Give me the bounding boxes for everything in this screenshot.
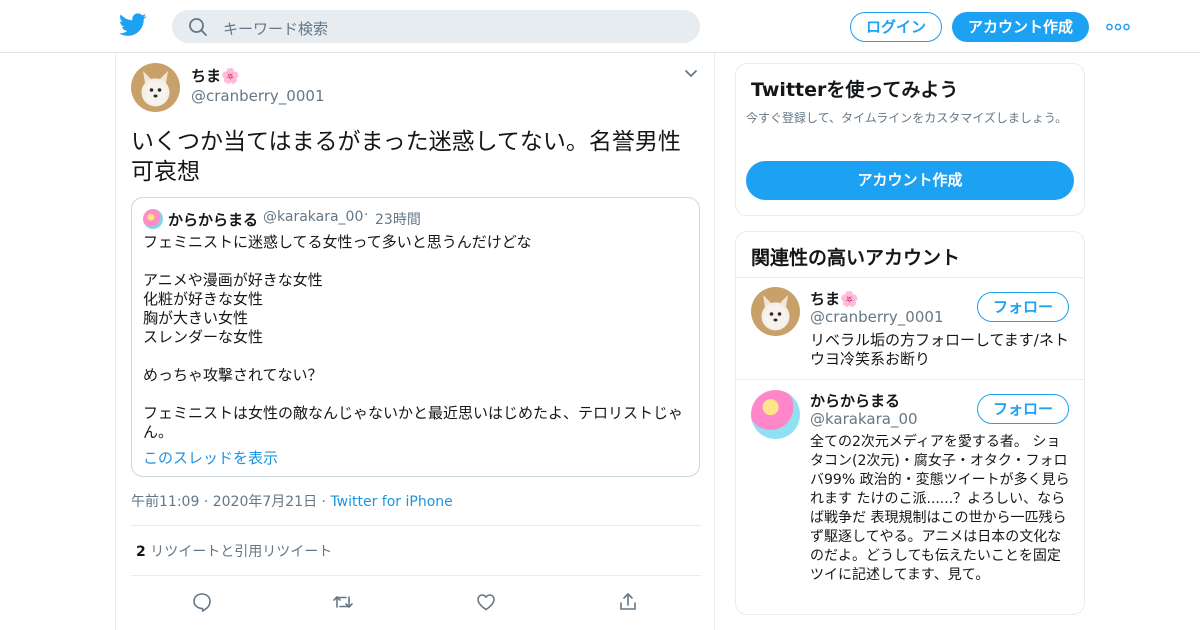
quoted-tweet-text: フェミニストに迷惑してる女性って多いと思うんだけどな アニメや漫画が好きな女性 … xyxy=(143,233,693,442)
tweet-metadata: 午前11:09 · 2020年7月21日 · Twitter for iPhon… xyxy=(131,491,453,511)
related-account-avatar[interactable] xyxy=(751,287,800,336)
retweet-count: 2 xyxy=(136,544,146,560)
tweet-detail-column: ちま🌸 @cranberry_0001 いくつか当てはまるがまった迷惑してない。… xyxy=(115,53,715,630)
retweet-icon[interactable] xyxy=(332,591,354,613)
quoted-line: フェミニストに迷惑してる女性って多いと思うんだけどな xyxy=(143,233,532,251)
quoted-author-handle: @karakara_00 xyxy=(263,209,364,225)
search-placeholder: キーワード検索 xyxy=(223,20,329,38)
divider xyxy=(131,575,701,576)
tweet-date[interactable]: 2020年7月21日 xyxy=(213,494,317,510)
signup-card-subtitle: 今すぐ登録して、タイムラインをカスタマイズしましょう。 xyxy=(746,111,1068,125)
search-box[interactable]: キーワード検索 xyxy=(172,10,700,43)
quoted-line: 化粧が好きな女性 xyxy=(143,290,264,308)
quoted-author-name: からからまる xyxy=(168,211,259,229)
quoted-timestamp: 23時間 xyxy=(375,212,421,228)
related-account-handle[interactable]: @karakara_00 xyxy=(810,410,918,428)
follow-button[interactable]: フォロー xyxy=(977,394,1069,424)
reply-icon[interactable] xyxy=(191,591,213,613)
retweet-label: リツイートと引用リツイート xyxy=(150,544,333,560)
quoted-tweet[interactable]: からからまる @karakara_00 · 23時間 フェミニストに迷惑してる女… xyxy=(131,197,700,477)
retweet-stats[interactable]: 2 リツイートと引用リツイート xyxy=(136,541,332,561)
related-account-handle[interactable]: @cranberry_0001 xyxy=(810,308,943,326)
related-account-bio: リベラル垢の方フォローしてます/ネトウヨ冷笑系お断り xyxy=(810,331,1069,368)
divider xyxy=(131,525,701,526)
author-handle[interactable]: @cranberry_0001 xyxy=(191,87,324,105)
related-account-avatar[interactable] xyxy=(751,390,800,439)
author-avatar[interactable] xyxy=(131,63,180,112)
share-icon[interactable] xyxy=(617,591,639,613)
related-account-name[interactable]: ちま🌸 xyxy=(810,288,859,309)
top-navigation-bar: キーワード検索 ログイン アカウント作成 xyxy=(0,0,1200,53)
related-account-bio: 全ての2次元メディアを愛する者。 ショタコン(2次元)・腐女子・オタク・フォロバ… xyxy=(810,434,1070,583)
dog-photo-icon xyxy=(143,71,168,105)
chevron-down-icon[interactable] xyxy=(684,69,698,79)
tweet-text: いくつか当てはまるがまった迷惑してない。名誉男性可哀想 xyxy=(131,129,681,185)
quoted-line: フェミニストは女性の敵なんじゃないかと最近思いはじめたよ、テロリストじゃん。 xyxy=(143,404,684,441)
signup-prompt-card: Twitterを使ってみよう 今すぐ登録して、タイムラインをカスタマイズしましょ… xyxy=(735,63,1085,216)
twitter-bird-icon[interactable] xyxy=(119,13,147,37)
quoted-author-avatar xyxy=(143,209,163,229)
related-account-name[interactable]: からからまる xyxy=(810,390,900,411)
author-name[interactable]: ちま🌸 xyxy=(191,65,240,86)
related-accounts-title: 関連性の高いアカウント xyxy=(751,247,961,269)
meta-separator: · xyxy=(321,494,326,510)
follow-button[interactable]: フォロー xyxy=(977,292,1069,322)
tweet-source[interactable]: Twitter for iPhone xyxy=(330,494,452,510)
tweet-time[interactable]: 午前11:09 xyxy=(131,494,199,510)
quoted-line: アニメや漫画が好きな女性 xyxy=(143,271,323,289)
quoted-separator: · xyxy=(364,207,369,223)
more-options-icon[interactable] xyxy=(1106,23,1130,31)
divider xyxy=(736,379,1084,380)
signup-button[interactable]: アカウント作成 xyxy=(952,12,1089,42)
related-accounts-card: 関連性の高いアカウント ちま🌸 @cranberry_0001 フォロー リベラ… xyxy=(735,231,1085,615)
quoted-line: めっちゃ攻撃されてない？ xyxy=(143,366,323,384)
meta-separator: · xyxy=(203,494,209,510)
quoted-line: 胸が大きい女性 xyxy=(143,309,249,327)
divider xyxy=(736,277,1084,278)
signup-card-title: Twitterを使ってみよう xyxy=(751,79,959,101)
show-thread-link[interactable]: このスレッドを表示 xyxy=(143,447,278,468)
dog-photo-icon xyxy=(763,295,788,329)
like-heart-icon[interactable] xyxy=(475,591,497,613)
quoted-line: スレンダーな女性 xyxy=(143,328,264,346)
search-icon xyxy=(189,18,207,36)
login-button[interactable]: ログイン xyxy=(850,12,942,42)
signup-card-button[interactable]: アカウント作成 xyxy=(746,161,1074,200)
